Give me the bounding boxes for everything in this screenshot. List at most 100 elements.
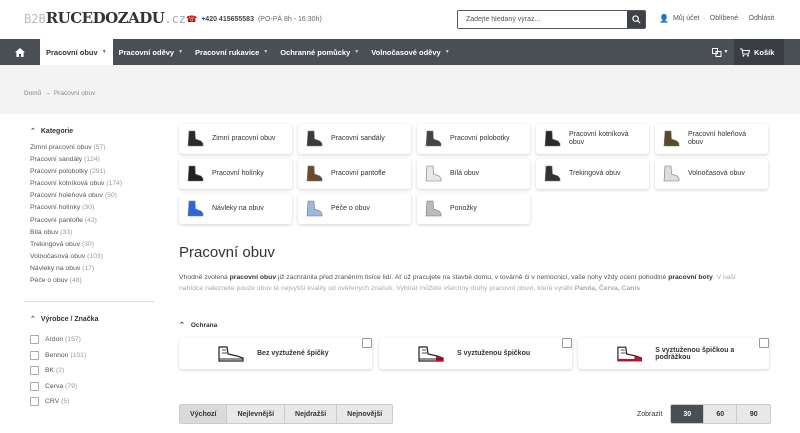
category-item[interactable]: Pracovní polobotky (291) [24,168,154,180]
brand-filter[interactable]: Ardon (157) [24,332,154,348]
protection-option-toecap-sole[interactable]: S vyztuženou špičkou a podrážkou [578,338,769,369]
categories-header[interactable]: ⌃ Kategorie [24,124,154,138]
home-button[interactable] [0,39,40,65]
rubber-boot-icon [184,163,206,185]
category-item[interactable]: Trekingová obuv (30) [24,241,154,253]
category-tile[interactable]: Pracovní pantofle [298,159,411,189]
protection-option-toecap[interactable]: S vyztuženou špičkou [379,338,572,369]
winter-boot-icon [184,128,206,150]
brand-filter[interactable]: Bennon (101) [24,348,154,364]
nav-item-work-clothes[interactable]: Pracovní oděvy ▼ [113,39,189,65]
per-page-60-button[interactable]: 60 [704,405,738,423]
protection-option-label: S vyztuženou špičkou a podrážkou [655,346,735,361]
brand-checkbox[interactable] [30,350,39,360]
logout-link[interactable]: Odhlásit [749,15,775,22]
search-icon [631,15,641,24]
category-tile[interactable]: Návleky na obuv [179,194,292,224]
cart-label: Košík [754,47,775,57]
protection-checkbox[interactable] [562,338,572,348]
category-item[interactable]: Zimní pracovní obuv (57) [24,144,154,156]
brand-filter[interactable]: Cerva (79) [24,379,154,395]
account-links: 👤 Můj účet · Oblíbené · Odhlásit [659,14,774,23]
clog-icon [303,163,325,185]
brand-checkbox[interactable] [30,366,39,376]
category-item[interactable]: Pracovní pantofle (42) [24,217,154,229]
category-tile[interactable]: Pracovní holeňová obuv [655,124,768,154]
category-item[interactable]: Bílá obuv (33) [24,229,154,241]
category-tile[interactable]: Pracovní polobotky [417,124,530,154]
category-tile[interactable]: Ponožky [417,194,530,224]
phone-contact[interactable]: ☎ +420 415655583 (PO-PÁ 8h - 16:30h) [186,14,322,25]
breadcrumb-home[interactable]: Domů [24,90,41,97]
separator: · [742,15,745,22]
category-tile-label: Pracovní polobotky [450,135,510,142]
protection-filter-header[interactable]: ⌃ Ochrana [179,321,217,330]
category-item[interactable]: Volnočasová obuv (103) [24,253,154,265]
user-icon: 👤 [659,14,669,23]
sort-newest-button[interactable]: Nejnovější [337,405,393,423]
nav-item-leisure[interactable]: Volnočasové oděvy ▼ [365,39,455,65]
protection-checkbox[interactable] [759,338,769,348]
logo-brand: RUCEDOZADU [45,9,165,27]
category-tile[interactable]: Bílá obuv [417,159,530,189]
category-item[interactable]: Pracovní sandály (124) [24,156,154,168]
search-button[interactable] [627,11,645,28]
category-tile-label: Návleky na obuv [212,205,264,212]
divider [24,301,154,303]
sort-most-expensive-button[interactable]: Nejdražší [285,405,338,423]
category-item[interactable]: Pracovní holínky (30) [24,204,154,216]
category-tile[interactable]: Pracovní holínky [179,159,292,189]
nav-item-protective[interactable]: Ochranné pomůcky ▼ [274,39,365,65]
per-page-label: Zobrazit [637,410,663,418]
brand-checkbox[interactable] [30,397,39,407]
separator: · [703,15,706,22]
category-tile[interactable]: Pracovní sandály [298,124,411,154]
category-item[interactable]: Návleky na obuv (17) [24,265,154,277]
main-nav: Pracovní obuv ▼ Pracovní oděvy ▼ Pracovní … [0,39,800,65]
sidebar: ⌃ Kategorie Zimní pracovní obuv (57) Pra… [24,124,154,410]
protection-option-no-toecap[interactable]: Bez vyztužené špičky [179,338,372,369]
category-item[interactable]: Péče o obuv (48) [24,277,154,289]
protection-checkbox[interactable] [362,338,372,348]
brand-filter[interactable]: CRV (5) [24,394,154,410]
favorites-link[interactable]: Oblíbené [710,15,738,22]
category-item[interactable]: Pracovní kotníková obuv (174) [24,180,154,192]
category-tile[interactable]: Trekingová obuv [536,159,649,189]
sort-cheapest-button[interactable]: Nejlevnější [227,405,286,423]
category-tile-label: Ponožky [450,205,477,212]
per-page-90-button[interactable]: 90 [737,405,771,423]
nav-item-work-gloves[interactable]: Pracovní rukavice ▼ [189,39,274,65]
per-page-options: 30 60 90 [670,404,772,424]
caret-down-icon: ▼ [263,49,269,55]
category-tile[interactable]: Zimní pracovní obuv [179,124,292,154]
nav-item-work-shoes[interactable]: Pracovní obuv ▼ [40,39,113,65]
brand-list: Ardon (157) Bennon (101) BK (2) Cerva (7… [24,332,154,410]
sandal-icon [303,128,325,150]
search-input[interactable] [458,11,627,28]
category-tile[interactable]: Volnočasová obuv [655,159,768,189]
cart-button[interactable]: Košík [734,39,784,65]
category-item[interactable]: Pracovní holeňová obuv (50) [24,192,154,204]
logo[interactable]: B2B RUCEDOZADU .cz [24,9,186,27]
category-tile-label: Pracovní kotníková obuv [569,131,629,146]
protection-option-label: Bez vyztužené špičky [257,350,329,357]
compare-button[interactable]: ▼ [706,39,734,65]
sort-default-button[interactable]: Výchozí [180,405,228,423]
shoe-cover-icon [184,198,206,220]
category-tile-label: Zimní pracovní obuv [212,135,276,142]
category-list: Zimní pracovní obuv (57) Pracovní sandál… [24,144,154,289]
category-tile-label: Péče o obuv [331,205,370,212]
category-tile[interactable]: Péče o obuv [298,194,411,224]
brand-checkbox[interactable] [30,381,39,391]
per-page-30-button[interactable]: 30 [671,405,705,423]
my-account-link[interactable]: Můj účet [673,15,699,22]
categories-title: Kategorie [40,127,74,135]
brand-checkbox[interactable] [30,335,39,345]
brands-header[interactable]: ⌃ Výrobce / Značka [24,312,154,326]
nav-label: Pracovní obuv [46,47,98,57]
shoe-care-icon [303,198,325,220]
brand-filter[interactable]: BK (2) [24,363,154,379]
category-tile[interactable]: Pracovní kotníková obuv [536,124,649,154]
category-tile-label: Pracovní sandály [331,135,385,142]
top-bar: B2B RUCEDOZADU .cz ☎ +420 415655583 (PO-… [0,0,800,38]
